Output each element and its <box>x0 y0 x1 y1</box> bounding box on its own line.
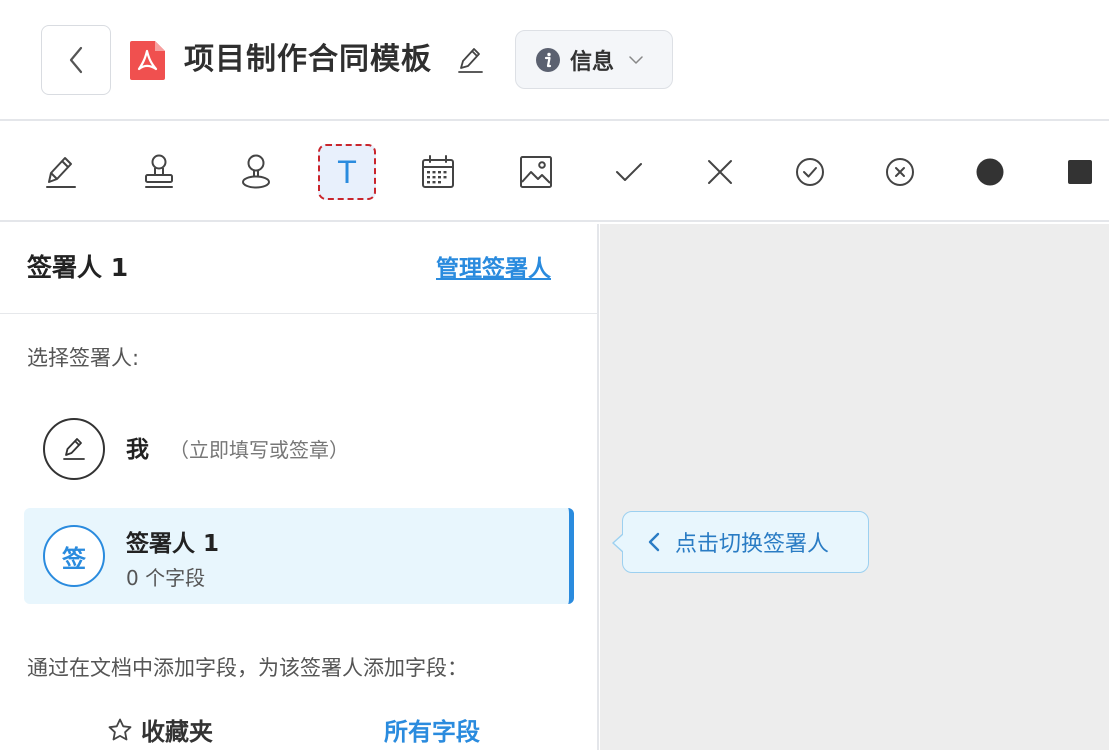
circle-cross-tool[interactable] <box>871 144 929 200</box>
pencil-icon <box>63 438 85 460</box>
pdf-file-icon <box>130 41 165 80</box>
avatar: 签 <box>43 525 105 587</box>
dot-tool[interactable] <box>961 144 1019 200</box>
star-icon <box>108 718 132 740</box>
image-tool[interactable] <box>507 144 565 200</box>
signer-me-name: 我 <box>126 437 149 463</box>
signer-panel-header: 签署人 1 管理签署人 <box>0 224 597 314</box>
tab-all-fields[interactable]: 所有字段 <box>384 712 480 747</box>
field-toolbar: T <box>0 122 1109 222</box>
filled-circle-icon <box>976 158 1004 186</box>
circle-cross-icon <box>886 158 914 186</box>
signer-1-name: 签署人 1 <box>126 531 220 557</box>
stamp-icon <box>145 154 173 188</box>
text-tool[interactable]: T <box>318 144 376 200</box>
text-T-icon: T <box>337 154 357 190</box>
calendar-icon <box>422 155 454 188</box>
square-tool[interactable] <box>1051 144 1109 200</box>
seal-tool[interactable] <box>227 144 285 200</box>
avatar <box>43 418 105 480</box>
date-tool[interactable] <box>409 144 467 200</box>
signer-option-me[interactable]: 我 （立即填写或签章） <box>24 414 574 484</box>
document-canvas[interactable] <box>600 224 1109 750</box>
tooltip-text: 点击切换签署人 <box>675 532 830 557</box>
circle-check-icon <box>796 158 824 186</box>
back-button[interactable] <box>41 25 111 95</box>
stamp-tool[interactable] <box>130 144 188 200</box>
add-fields-hint: 通过在文档中添加字段，为该签署人添加字段： <box>27 656 468 680</box>
pen-icon <box>46 157 76 188</box>
manage-signers-link[interactable]: 管理签署人 <box>436 251 551 287</box>
seal-icon <box>242 154 270 189</box>
tab-favorites[interactable]: 收藏夹 <box>107 712 213 747</box>
tab-favorites-label: 收藏夹 <box>141 718 213 746</box>
rename-button[interactable] <box>455 44 485 76</box>
chevron-left-icon <box>648 532 660 552</box>
signature-tool[interactable] <box>32 144 90 200</box>
cross-icon <box>708 160 732 184</box>
signer-panel: 签署人 1 管理签署人 选择签署人: 我 （立即填写或签章） 签 签署人 1 0… <box>0 224 599 750</box>
info-dropdown-button[interactable]: 信息 <box>515 30 673 89</box>
cross-tool[interactable] <box>691 144 749 200</box>
info-label: 信息 <box>570 49 615 75</box>
signer-me-description: （立即填写或签章） <box>169 438 349 462</box>
chevron-down-icon <box>629 55 643 64</box>
filled-square-icon <box>1068 160 1092 184</box>
document-title: 项目制作合同模板 <box>184 42 432 77</box>
document-header: 项目制作合同模板 信息 <box>0 0 1109 121</box>
signer-option-1[interactable]: 签 签署人 1 0 个字段 <box>24 508 574 604</box>
signer-1-field-count: 0 个字段 <box>126 566 206 590</box>
panel-title: 签署人 1 <box>27 253 129 282</box>
circle-check-tool[interactable] <box>781 144 839 200</box>
check-tool[interactable] <box>600 144 658 200</box>
switch-signer-tooltip[interactable]: 点击切换签署人 <box>612 511 869 573</box>
image-icon <box>520 156 552 188</box>
select-signer-label: 选择签署人: <box>27 346 140 370</box>
pencil-icon <box>458 48 483 73</box>
check-icon <box>616 163 642 181</box>
info-icon <box>536 47 560 72</box>
chevron-left-icon <box>69 46 83 74</box>
